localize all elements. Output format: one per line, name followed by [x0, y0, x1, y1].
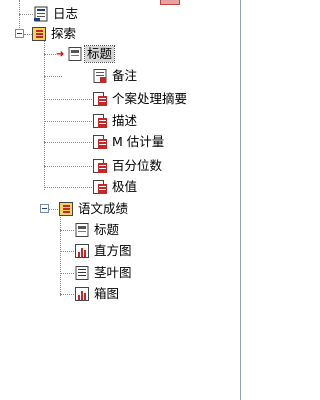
tree-item-title[interactable]: 标题 [67, 45, 116, 63]
chart-icon [74, 243, 90, 259]
tree-item-label: 标题 [83, 45, 116, 63]
partial-item-icon [160, 0, 180, 5]
tree-item-label: 百分位数 [112, 158, 163, 173]
tree-line [44, 76, 62, 77]
table-icon [92, 134, 108, 150]
tree-item-label: M 估计量 [112, 134, 165, 149]
tree-item-notes[interactable]: 备注 [92, 67, 139, 85]
tree-item-label: 标题 [94, 222, 120, 237]
tree-item-boxplot[interactable]: 箱图 [74, 285, 121, 303]
tree-item-label: 极值 [112, 179, 138, 194]
tree-item-label: 日志 [53, 6, 79, 21]
tree-item-label: 探索 [51, 26, 77, 41]
tree-item-stem-leaf[interactable]: 茎叶图 [74, 264, 134, 282]
table-icon [92, 179, 108, 195]
tree-item-m-estimators[interactable]: M 估计量 [92, 133, 166, 151]
tree-item-group-title[interactable]: 标题 [74, 221, 121, 239]
tree-item-label: 箱图 [94, 286, 120, 301]
tree-item-case-summary[interactable]: 个案处理摘要 [92, 90, 189, 108]
tree-line [60, 230, 74, 231]
tree-item-extreme-values[interactable]: 极值 [92, 178, 139, 196]
collapse-toggle[interactable] [15, 29, 24, 38]
tree-item-label: 直方图 [94, 243, 132, 258]
section-icon [58, 201, 74, 217]
tree-item-percentiles[interactable]: 百分位数 [92, 157, 164, 175]
table-icon [92, 158, 108, 174]
table-icon [92, 91, 108, 107]
tree-item-chinese-score[interactable]: 语文成绩 [58, 200, 130, 218]
tree-line [60, 294, 74, 295]
tree-item-label: 语文成绩 [78, 201, 129, 216]
section-icon [31, 26, 47, 42]
collapse-toggle[interactable] [40, 204, 49, 213]
output-outline-pane: 日志 探索 ➜ 标题 备注 个案处理摘要 描述 M 估计量 百分位数 极值 语文… [0, 0, 241, 400]
tree-line [44, 38, 45, 190]
tree-line [60, 212, 61, 296]
chart-icon [74, 286, 90, 302]
tree-line [19, 14, 33, 15]
tree-item-label: 个案处理摘要 [112, 91, 188, 106]
table-icon [92, 113, 108, 129]
text-icon [74, 265, 90, 281]
tree-item-label: 茎叶图 [94, 265, 132, 280]
log-icon [33, 6, 49, 22]
tree-line [44, 166, 92, 167]
title-icon [74, 222, 90, 238]
tree-item-log[interactable]: 日志 [33, 5, 80, 23]
tree-item-histogram[interactable]: 直方图 [74, 242, 134, 260]
tree-item-explore[interactable]: 探索 [31, 25, 78, 43]
tree-line [44, 54, 56, 55]
title-icon [67, 46, 83, 62]
tree-line [44, 142, 92, 143]
tree-line [44, 121, 92, 122]
tree-item-descriptives[interactable]: 描述 [92, 112, 139, 130]
selection-arrow-icon: ➜ [56, 49, 65, 60]
tree-line [44, 187, 92, 188]
tree-line [60, 273, 74, 274]
tree-item-label: 备注 [112, 68, 138, 83]
tree-line [60, 251, 74, 252]
tree-item-label: 描述 [112, 113, 138, 128]
tree-line [44, 99, 92, 100]
note-icon [92, 68, 108, 84]
